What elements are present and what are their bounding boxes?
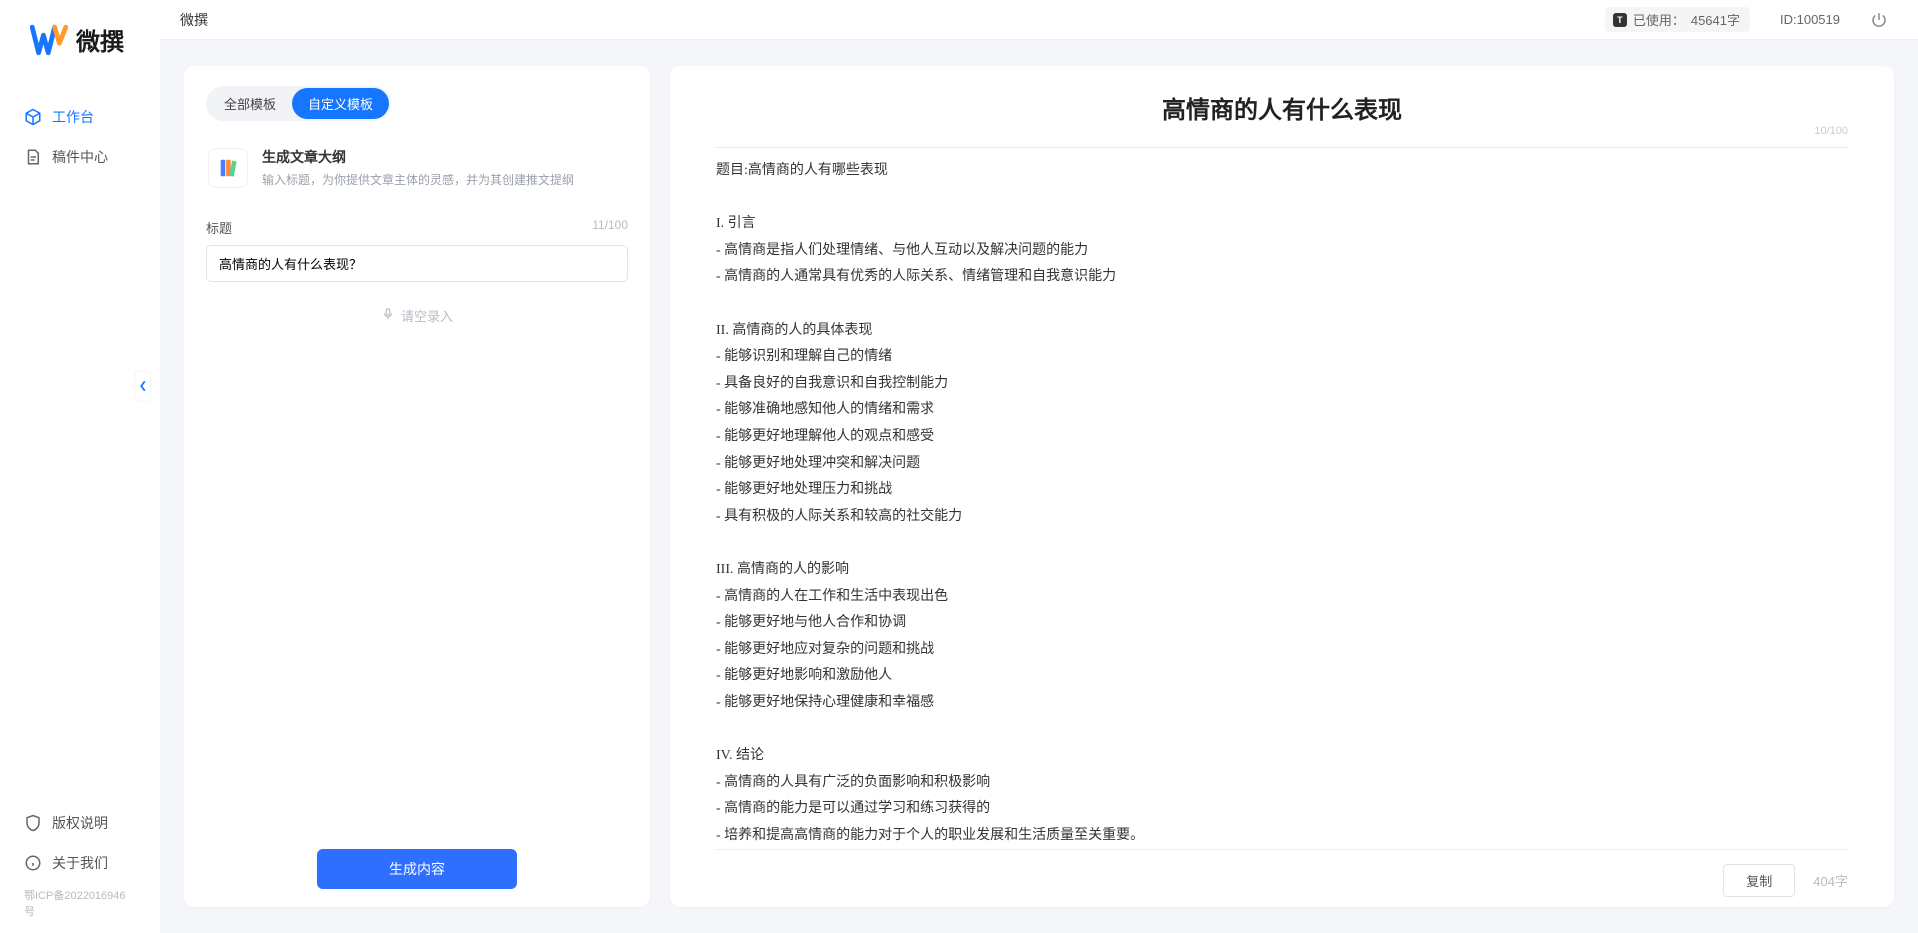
- nav-item-copyright[interactable]: 版权说明: [0, 803, 160, 843]
- title-counter: 10/100: [1814, 125, 1848, 137]
- usage-badge[interactable]: T 已使用： 45641字: [1605, 7, 1750, 32]
- document-icon: [24, 148, 42, 166]
- template-tabs: 全部模板 自定义模板: [206, 86, 391, 121]
- shield-icon: [24, 814, 42, 832]
- template-icon: [208, 148, 248, 188]
- power-icon[interactable]: [1870, 11, 1888, 29]
- logo-icon: [30, 24, 68, 56]
- word-count: 404字: [1813, 871, 1848, 890]
- nav-label-about: 关于我们: [52, 853, 108, 873]
- logo[interactable]: 微撰: [0, 22, 160, 97]
- template-desc: 输入标题，为你提供文章主体的灵感，并为其创建推文提纲: [262, 171, 574, 188]
- nav-item-drafts[interactable]: 稿件中心: [0, 137, 160, 177]
- template-title: 生成文章大纲: [262, 147, 574, 167]
- divider: [716, 147, 1848, 148]
- icp-text: 鄂ICP备2022016946号: [0, 883, 160, 923]
- main-area: 全部模板 自定义模板 生成文章大纲 输入标题，为你提供文章主体的灵感，并为其创建…: [160, 40, 1918, 933]
- nav-label-workbench: 工作台: [52, 107, 94, 127]
- title-field-label: 标题: [206, 218, 232, 237]
- tab-all-templates[interactable]: 全部模板: [208, 88, 292, 119]
- input-panel: 全部模板 自定义模板 生成文章大纲 输入标题，为你提供文章主体的灵感，并为其创建…: [184, 66, 650, 907]
- microphone-icon: [381, 307, 395, 324]
- tab-custom-templates[interactable]: 自定义模板: [292, 88, 389, 119]
- info-icon: [24, 854, 42, 872]
- nav-footer: 版权说明 关于我们 鄂ICP备2022016946号: [0, 803, 160, 933]
- nav-item-workbench[interactable]: 工作台: [0, 97, 160, 137]
- usage-prefix: 已使用：: [1633, 10, 1685, 29]
- header: 微撰 T 已使用： 45641字 ID:100519: [160, 0, 1918, 40]
- user-id: ID:100519: [1780, 12, 1840, 27]
- nav-label-copyright: 版权说明: [52, 813, 108, 833]
- sidebar-collapse-handle[interactable]: [136, 372, 150, 400]
- nav-label-drafts: 稿件中心: [52, 147, 108, 167]
- nav-main: 工作台 稿件中心: [0, 97, 160, 177]
- template-card[interactable]: 生成文章大纲 输入标题，为你提供文章主体的灵感，并为其创建推文提纲: [206, 141, 628, 206]
- title-char-count: 11/100: [592, 218, 628, 237]
- copy-button[interactable]: 复制: [1723, 864, 1795, 897]
- generate-button[interactable]: 生成内容: [317, 849, 517, 889]
- cube-icon: [24, 108, 42, 126]
- voice-input-label: 请空录入: [401, 306, 453, 325]
- title-input[interactable]: [206, 245, 628, 282]
- voice-input-button[interactable]: 请空录入: [206, 306, 628, 325]
- logo-text: 微撰: [76, 22, 124, 57]
- usage-value: 45641字: [1691, 10, 1740, 29]
- document-body: 题目:高情商的人有哪些表现 I. 引言 - 高情商是指人们处理情绪、与他人互动以…: [716, 158, 1848, 849]
- text-count-icon: T: [1613, 13, 1627, 27]
- output-panel: 高情商的人有什么表现 10/100 题目:高情商的人有哪些表现 I. 引言 - …: [670, 66, 1894, 907]
- nav-item-about[interactable]: 关于我们: [0, 843, 160, 883]
- document-title: 高情商的人有什么表现: [716, 90, 1848, 125]
- sidebar: 微撰 工作台 稿件中心: [0, 0, 160, 933]
- header-title: 微撰: [180, 10, 208, 30]
